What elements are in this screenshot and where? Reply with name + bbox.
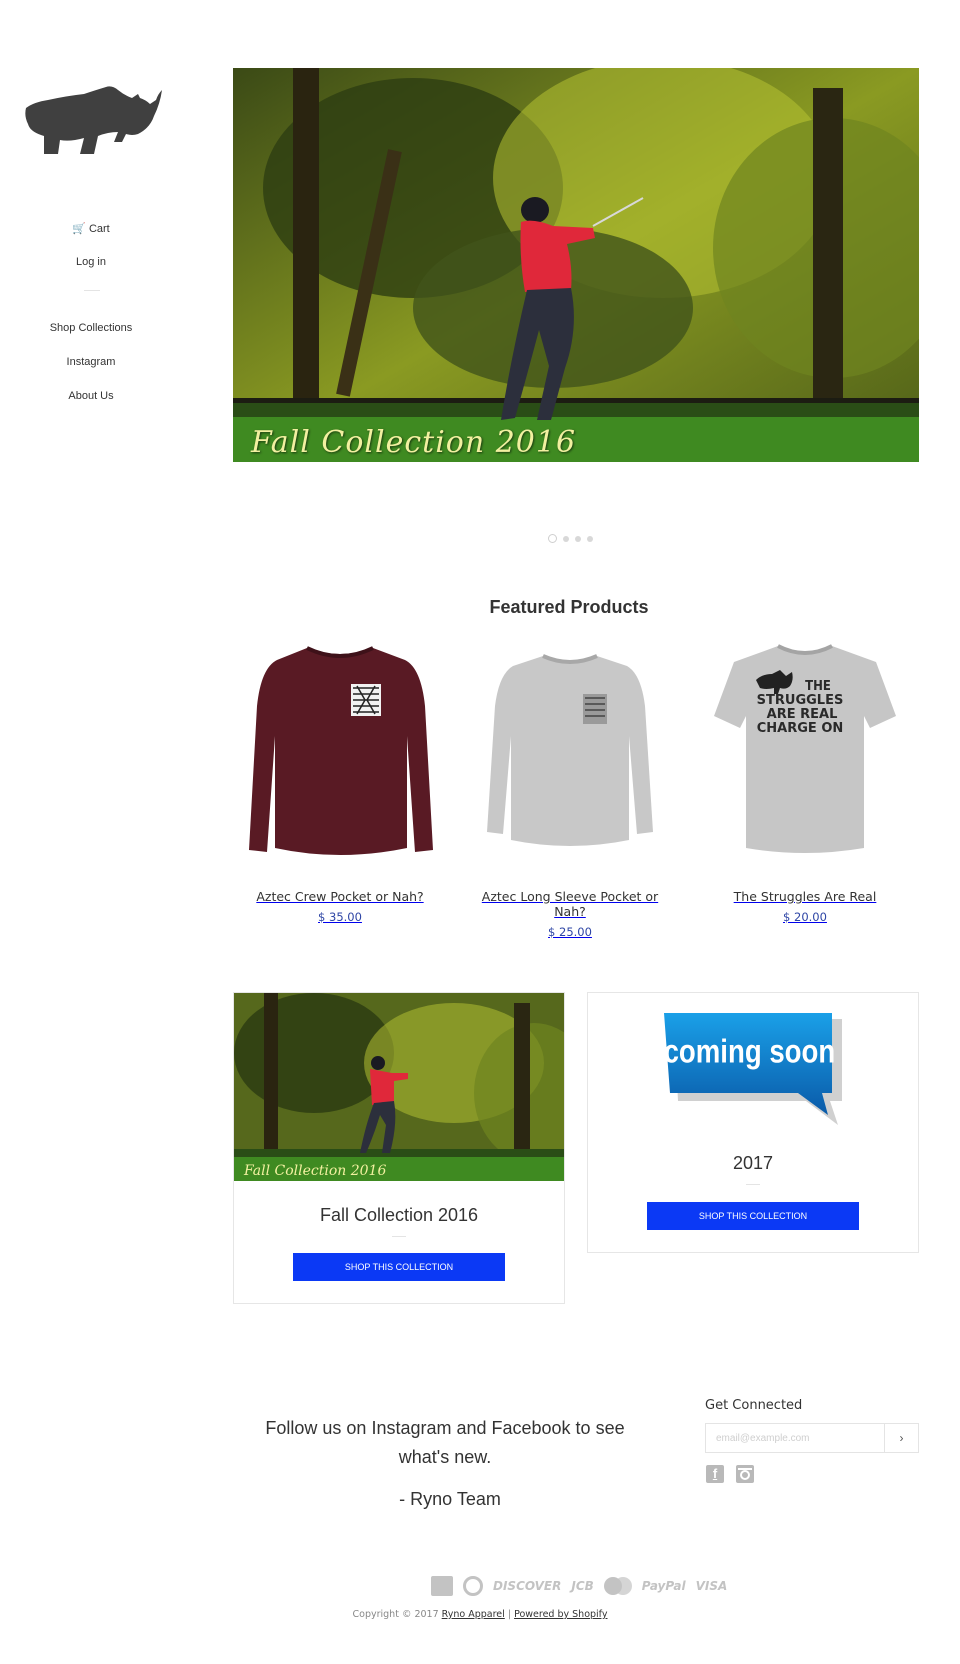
coming-soon-bubble: coming soon (664, 1013, 842, 1125)
follow-text: Follow us on Instagram and Facebook to s… (265, 1418, 625, 1467)
maroon-sweatshirt-image (249, 646, 433, 855)
instagram-glyph (736, 1465, 754, 1483)
product-name: Aztec Long Sleeve Pocket or Nah? (481, 889, 659, 919)
discover-icon: DISCOVER (493, 1579, 562, 1593)
sidebar-item-shop-collections[interactable]: Shop Collections (0, 322, 182, 334)
slide-dot-4[interactable] (587, 535, 593, 542)
slide-dot-1[interactable] (548, 534, 557, 543)
instagram-icon[interactable] (736, 1465, 754, 1483)
collection-image[interactable]: Fall Collection 2016 (234, 993, 564, 1181)
powered-by-link[interactable]: Powered by Shopify (514, 1609, 607, 1620)
product-price: $ 35.00 (318, 910, 362, 924)
grey-tshirt-image: THE STRUGGLES ARE REAL CHARGE ON (714, 644, 896, 853)
cart-link[interactable]: 🛒 Cart (0, 222, 182, 235)
collection-image-caption: Fall Collection 2016 (244, 1163, 387, 1179)
copyright-text: Copyright © 2017 (352, 1609, 439, 1620)
sidebar: 🛒 Cart Log in Shop Collections Instagram … (0, 0, 180, 440)
get-connected-heading: Get Connected (705, 1398, 803, 1413)
slide-dot-2[interactable] (563, 535, 569, 542)
newsletter-form: › (705, 1423, 919, 1453)
svg-text:coming soon: coming soon (664, 1032, 836, 1070)
diners-icon (463, 1576, 483, 1596)
product-price: $ 25.00 (548, 925, 592, 939)
collection-divider (392, 1236, 406, 1237)
product-card-struggles[interactable]: THE STRUGGLES ARE REAL CHARGE ON The Str… (700, 636, 910, 924)
mastercard-icon (603, 1577, 632, 1595)
featured-products-title: Featured Products (489, 597, 649, 617)
login-link[interactable]: Log in (0, 256, 182, 268)
collection-divider (746, 1184, 760, 1185)
facebook-icon[interactable]: f (706, 1465, 724, 1483)
hero-image (233, 68, 919, 462)
collection-title[interactable]: 2017 (588, 1153, 918, 1174)
collection-card-fall-2016: Fall Collection 2016 Fall Collection 201… (233, 992, 565, 1304)
amex-icon (431, 1576, 453, 1596)
cart-label: Cart (88, 223, 110, 235)
svg-text:THE: THE (805, 679, 831, 694)
product-card-aztec-crew[interactable]: Aztec Crew Pocket or Nah? $ 35.00 (235, 636, 445, 924)
sidebar-divider (84, 290, 100, 291)
collection-title[interactable]: Fall Collection 2016 (234, 1205, 564, 1226)
paypal-icon: PayPal (641, 1579, 686, 1593)
svg-text:CHARGE ON: CHARGE ON (757, 721, 844, 736)
product-price: $ 20.00 (783, 910, 827, 924)
collection-card-2017: coming soon 2017 SHOP THIS COLLECTION (587, 992, 919, 1253)
payment-icons: DISCOVER JCB PayPal VISA (431, 1576, 727, 1596)
copyright-line: Copyright © 2017 Ryno Apparel | Powered … (0, 1609, 960, 1620)
subscribe-button[interactable]: › (884, 1424, 918, 1452)
rhino-logo[interactable] (22, 84, 166, 156)
product-name: Aztec Crew Pocket or Nah? (256, 889, 424, 904)
sidebar-item-about-us[interactable]: About Us (0, 390, 182, 402)
svg-text:ARE REAL: ARE REAL (767, 707, 838, 722)
hero-slide[interactable]: Fall Collection 2016 (233, 68, 919, 462)
shop-collection-button[interactable]: SHOP THIS COLLECTION (293, 1253, 505, 1281)
slide-dot-3[interactable] (575, 535, 581, 542)
shop-collection-button[interactable]: SHOP THIS COLLECTION (647, 1202, 859, 1230)
store-link[interactable]: Ryno Apparel (442, 1609, 505, 1620)
hero-caption: Fall Collection 2016 (251, 425, 577, 460)
separator: | (507, 1609, 512, 1620)
team-signature: - Ryno Team (399, 1489, 501, 1509)
visa-icon: VISA (695, 1579, 728, 1593)
email-field[interactable] (706, 1424, 884, 1452)
product-card-aztec-long-sleeve[interactable]: Aztec Long Sleeve Pocket or Nah? $ 25.00 (465, 636, 675, 939)
golfer-thumbnail (234, 993, 564, 1181)
jcb-icon: JCB (571, 1579, 594, 1593)
cart-icon: 🛒 (72, 223, 86, 235)
slideshow-dots (548, 534, 593, 543)
coming-soon-image[interactable]: coming soon (662, 1011, 846, 1125)
product-name: The Struggles Are Real (733, 889, 877, 904)
svg-text:STRUGGLES: STRUGGLES (757, 693, 844, 708)
grey-long-sleeve-image (487, 654, 653, 846)
sidebar-item-instagram[interactable]: Instagram (0, 356, 182, 368)
